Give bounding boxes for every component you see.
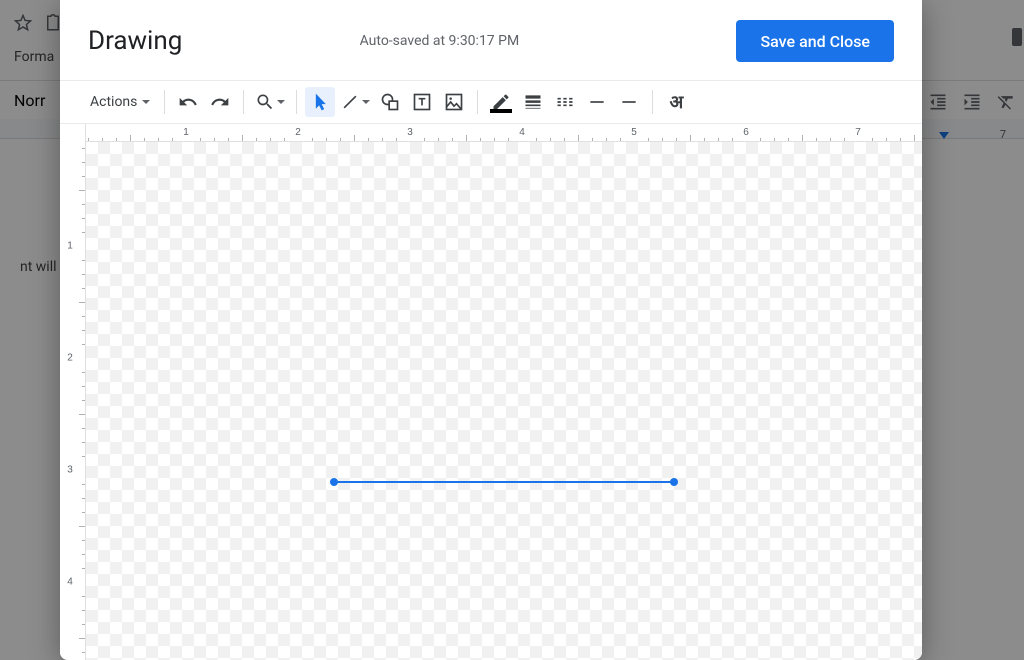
image-icon: [444, 92, 464, 112]
textbox-tool[interactable]: [407, 87, 437, 117]
bg-body-text: nt will: [20, 259, 57, 275]
line-endpoint-right[interactable]: [670, 478, 678, 486]
h-ruler-label: 7: [855, 127, 861, 138]
line-endpoint-left[interactable]: [330, 478, 338, 486]
h-ruler-label: 1: [183, 127, 189, 138]
redo-icon: [210, 92, 230, 112]
line-end-icon: [619, 92, 639, 112]
save-and-close-button[interactable]: Save and Close: [736, 20, 894, 62]
clear-formatting-icon: [996, 92, 1016, 112]
actions-menu[interactable]: Actions: [84, 87, 156, 117]
drawing-canvas[interactable]: [86, 142, 922, 660]
line-icon: [340, 92, 360, 112]
autosave-status: Auto-saved at 9:30:17 PM: [162, 33, 716, 49]
shape-tool[interactable]: [375, 87, 405, 117]
textbox-icon: [412, 92, 432, 112]
v-ruler-label: 4: [67, 577, 73, 588]
line-weight-button[interactable]: [518, 87, 548, 117]
chevron-down-icon: [142, 100, 150, 104]
actions-label: Actions: [90, 94, 137, 110]
drawing-toolbar: Actions: [60, 80, 922, 124]
line-color-swatch: [490, 109, 512, 113]
select-tool[interactable]: [305, 87, 335, 117]
toolbar-separator: [243, 90, 244, 114]
line-tool-menu[interactable]: [337, 87, 373, 117]
line-dash-button[interactable]: [550, 87, 580, 117]
canvas-area: 1 2 3 4 1 2 3 4 5 6 7: [60, 124, 922, 660]
line-start-icon: [587, 92, 607, 112]
toolbar-separator: [296, 90, 297, 114]
horizontal-ruler: 1 2 3 4 5 6 7: [86, 124, 922, 142]
toolbar-separator: [164, 90, 165, 114]
line-start-button[interactable]: [582, 87, 612, 117]
zoom-icon: [255, 92, 275, 112]
v-ruler-label: 3: [67, 465, 73, 476]
devanagari-label: अ: [670, 90, 684, 114]
toolbar-separator: [652, 90, 653, 114]
more-options-button[interactable]: अ: [661, 87, 691, 117]
redo-button[interactable]: [205, 87, 235, 117]
modal-header: Drawing Auto-saved at 9:30:17 PM Save an…: [60, 0, 922, 80]
v-ruler-label: 1: [67, 241, 73, 252]
bg-ruler-number: 7: [1000, 128, 1006, 141]
h-ruler-label: 6: [743, 127, 749, 138]
ruler-marker-icon: [938, 131, 950, 143]
drawing-modal: Drawing Auto-saved at 9:30:17 PM Save an…: [60, 0, 922, 660]
indent-decrease-icon: [928, 92, 948, 112]
chevron-down-icon: [277, 100, 285, 104]
chevron-down-icon: [362, 100, 370, 104]
toolbar-separator: [477, 90, 478, 114]
image-tool[interactable]: [439, 87, 469, 117]
h-ruler-label: 2: [295, 127, 301, 138]
line-weight-icon: [523, 92, 543, 112]
undo-button[interactable]: [173, 87, 203, 117]
h-ruler-label: 5: [631, 127, 637, 138]
bg-style-dropdown: Norr: [14, 91, 45, 110]
bg-menu-format: Forma: [14, 49, 54, 65]
h-ruler-label: 4: [519, 127, 525, 138]
line-end-button[interactable]: [614, 87, 644, 117]
drawn-line-shape[interactable]: [334, 481, 674, 483]
shape-icon: [380, 92, 400, 112]
h-ruler-label: 3: [407, 127, 413, 138]
zoom-menu[interactable]: [252, 87, 288, 117]
indent-increase-icon: [962, 92, 982, 112]
cursor-icon: [310, 92, 330, 112]
bg-right-edge-block: [1012, 28, 1022, 46]
v-ruler-label: 2: [67, 353, 73, 364]
line-color-button[interactable]: [486, 87, 516, 117]
vertical-ruler: 1 2 3 4: [60, 124, 86, 660]
undo-icon: [178, 92, 198, 112]
line-dash-icon: [555, 92, 575, 112]
